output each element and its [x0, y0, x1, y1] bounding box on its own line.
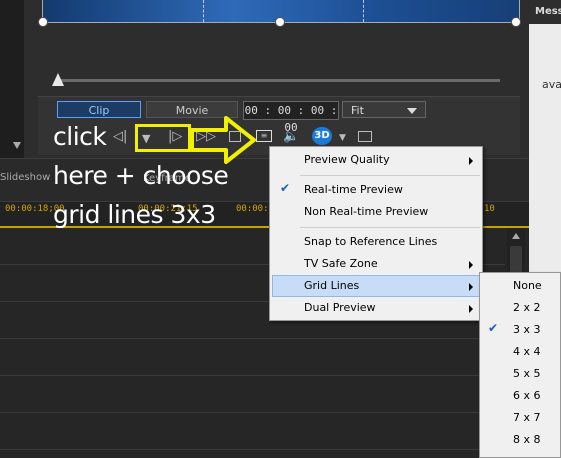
dropdown-icon[interactable]: ▼: [339, 129, 346, 147]
arrow-annotation-icon: [190, 116, 256, 164]
volume-icon[interactable]: 🔈: [283, 128, 299, 146]
grid-option-4x4[interactable]: 4 x 4: [513, 345, 541, 358]
collapse-arrow-icon[interactable]: [13, 142, 21, 149]
grid-option-5x5[interactable]: 5 x 5: [513, 367, 541, 380]
scrub-thumb[interactable]: [52, 73, 64, 86]
annotation-line-2: here + choose: [53, 161, 229, 190]
zoom-value: Fit: [351, 104, 364, 117]
grid-option-3x3[interactable]: 3 x 3: [513, 323, 541, 336]
menu-separator: [300, 227, 480, 228]
resize-handle[interactable]: [38, 17, 48, 27]
right-panel-header: Mess: [529, 0, 561, 24]
submenu-arrow-icon: [469, 261, 473, 269]
menu-item-non-realtime-preview[interactable]: Non Real-time Preview: [304, 205, 428, 218]
checkmark-icon: ✔: [488, 321, 499, 335]
timeline-track[interactable]: [0, 339, 505, 376]
menu-item-grid-lines[interactable]: Grid Lines: [304, 279, 359, 292]
grid-lines-submenu: None 2 x 2 ✔ 3 x 3 4 x 4 5 x 5 6 x 6 7 x…: [479, 272, 561, 458]
scrub-track[interactable]: [58, 79, 500, 82]
chevron-down-icon: [407, 108, 417, 114]
undock-icon[interactable]: [358, 131, 372, 142]
submenu-arrow-icon: [469, 283, 473, 291]
menu-item-realtime-preview[interactable]: Real-time Preview: [304, 183, 403, 196]
annotation-line-1: click: [53, 122, 107, 151]
resize-handle[interactable]: [511, 17, 521, 27]
scroll-up-icon[interactable]: [512, 233, 520, 239]
timeline-track[interactable]: [0, 413, 505, 450]
grid-option-8x8[interactable]: 8 x 8: [513, 433, 541, 446]
submenu-arrow-icon: [469, 305, 473, 313]
timeline-track[interactable]: [0, 376, 505, 413]
menu-item-tv-safe-zone[interactable]: TV Safe Zone: [304, 257, 378, 270]
grid-option-6x6[interactable]: 6 x 6: [513, 389, 541, 402]
grid-line: [363, 0, 364, 22]
menu-item-dual-preview[interactable]: Dual Preview: [304, 301, 376, 314]
grid-option-none[interactable]: None: [513, 279, 542, 292]
right-panel-text: ava: [542, 78, 561, 91]
menu-separator: [300, 175, 480, 176]
left-panel: [0, 0, 25, 158]
menu-item-snap-reference-lines[interactable]: Snap to Reference Lines: [304, 235, 437, 248]
checkmark-icon: ✔: [280, 181, 291, 195]
zoom-select[interactable]: Fit: [342, 101, 426, 118]
grid-line: [203, 0, 204, 22]
3d-button[interactable]: 3D: [312, 127, 332, 145]
highlight-box: [135, 124, 191, 152]
ruler-tick: 10: [484, 204, 495, 214]
grid-option-2x2[interactable]: 2 x 2: [513, 301, 541, 314]
slideshow-tab[interactable]: Slideshow: [0, 172, 50, 183]
preview-context-menu: Preview Quality ✔ Real-time Preview Non …: [269, 146, 483, 321]
annotation-line-3: grid lines 3x3: [53, 200, 216, 229]
clip-mode-button[interactable]: Clip: [57, 101, 141, 118]
submenu-arrow-icon: [469, 157, 473, 165]
prev-frame-icon[interactable]: ◁|: [113, 128, 127, 146]
resize-handle[interactable]: [275, 17, 285, 27]
grid-option-7x7[interactable]: 7 x 7: [513, 411, 541, 424]
menu-item-preview-quality[interactable]: Preview Quality: [304, 153, 390, 166]
